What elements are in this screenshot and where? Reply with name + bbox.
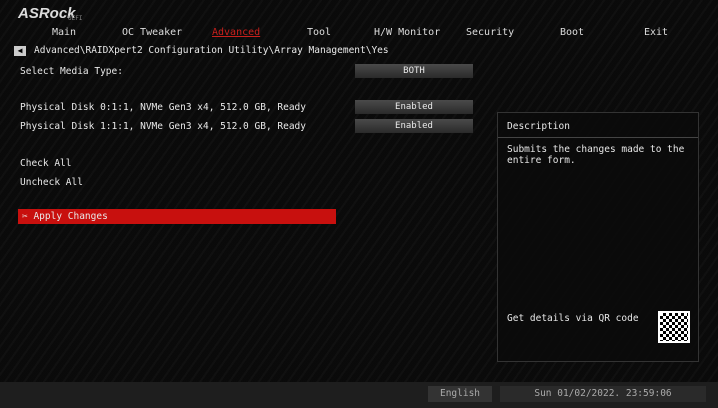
apply-changes-label: Apply Changes [33, 211, 107, 222]
tab-tool[interactable]: Tool [307, 27, 331, 38]
physical-disk-1-label[interactable]: Physical Disk 1:1:1, NVMe Gen3 x4, 512.0… [20, 121, 306, 132]
qr-code-icon [658, 311, 690, 343]
uefi-label: UEFI [68, 15, 82, 22]
tab-hw-monitor[interactable]: H/W Monitor [374, 27, 440, 38]
apply-changes-item[interactable]: ✂ Apply Changes [18, 209, 336, 224]
media-type-value[interactable]: BOTH [355, 64, 473, 78]
tab-main[interactable]: Main [52, 27, 76, 38]
description-title: Description [498, 113, 698, 138]
back-arrow-icon[interactable]: ◀ [14, 46, 26, 56]
qr-label: Get details via QR code [507, 313, 639, 324]
physical-disk-0-value[interactable]: Enabled [355, 100, 473, 114]
uncheck-all-item[interactable]: Uncheck All [20, 177, 83, 188]
description-text: Submits the changes made to the entire f… [498, 138, 698, 172]
language-button[interactable]: English [428, 386, 492, 402]
tools-icon: ✂ [22, 211, 33, 222]
check-all-item[interactable]: Check All [20, 158, 71, 169]
tab-advanced[interactable]: Advanced [212, 27, 260, 38]
tab-oc-tweaker[interactable]: OC Tweaker [122, 27, 182, 38]
breadcrumb-path: Advanced\RAIDXpert2 Configuration Utilit… [34, 45, 389, 56]
asrock-logo: ASRock [18, 5, 76, 22]
breadcrumb: ◀ Advanced\RAIDXpert2 Configuration Utili… [14, 45, 389, 56]
physical-disk-0-label[interactable]: Physical Disk 0:1:1, NVMe Gen3 x4, 512.0… [20, 102, 306, 113]
description-panel: Description Submits the changes made to … [497, 112, 699, 362]
tab-boot[interactable]: Boot [560, 27, 584, 38]
tab-exit[interactable]: Exit [644, 27, 668, 38]
datetime-display: Sun 01/02/2022. 23:59:06 [500, 386, 706, 402]
physical-disk-1-value[interactable]: Enabled [355, 119, 473, 133]
tab-security[interactable]: Security [466, 27, 514, 38]
select-media-type-label[interactable]: Select Media Type: [20, 66, 123, 77]
